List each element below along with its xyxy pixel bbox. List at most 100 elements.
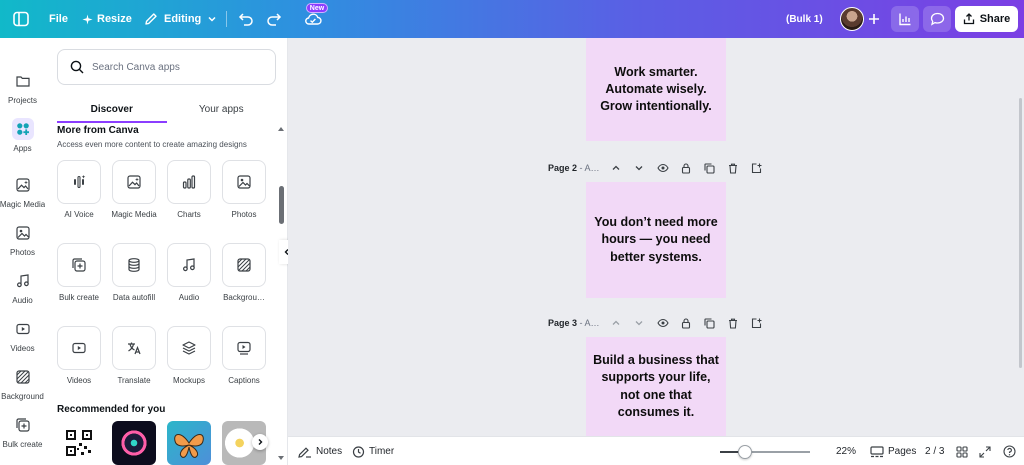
- timer-icon: [352, 446, 365, 458]
- move-page-up-button[interactable]: [604, 315, 627, 331]
- panel-scrollbar[interactable]: [279, 186, 284, 224]
- duplicate-page-button[interactable]: [698, 160, 721, 176]
- recommended-app-qr-code[interactable]: [57, 421, 101, 465]
- rail-item-projects[interactable]: Projects: [0, 66, 45, 114]
- delete-page-button[interactable]: [721, 160, 744, 176]
- rail-item-apps[interactable]: Apps: [0, 114, 45, 162]
- canvas-scrollbar[interactable]: [1019, 98, 1022, 368]
- grid-view-button[interactable]: [956, 437, 968, 465]
- eye-icon: [657, 163, 669, 173]
- rail-item-photos[interactable]: Photos: [0, 218, 45, 266]
- rail-item-background[interactable]: Background: [0, 362, 45, 410]
- app-captions[interactable]: Captions: [222, 326, 266, 386]
- recommended-next-button[interactable]: [252, 434, 268, 450]
- scroll-up-arrow[interactable]: [277, 125, 285, 133]
- app-ai-voice[interactable]: AI Voice: [57, 160, 101, 220]
- app-mockups[interactable]: Mockups: [167, 326, 211, 386]
- ai-voice-icon: [74, 175, 86, 189]
- app-audio[interactable]: Audio: [167, 243, 211, 303]
- avatar[interactable]: [840, 7, 864, 31]
- app-label: Audio: [178, 293, 200, 302]
- delete-page-button[interactable]: [721, 315, 744, 331]
- app-label: Charts: [177, 210, 201, 219]
- hide-page-button[interactable]: [651, 160, 674, 176]
- add-page-button[interactable]: [745, 315, 768, 331]
- apps-panel: Discover Your apps More from Canva Acces…: [45, 38, 288, 465]
- help-button[interactable]: [1003, 437, 1016, 465]
- rail-item-audio[interactable]: Audio: [0, 266, 45, 314]
- music-icon: [12, 270, 34, 292]
- app-label: Data autofill: [112, 293, 156, 302]
- page-3-text[interactable]: Build a business that supports your life…: [592, 352, 720, 421]
- search-input[interactable]: [92, 61, 262, 73]
- app-magic-media[interactable]: Magic Media: [111, 160, 157, 220]
- timer-button[interactable]: Timer: [352, 437, 394, 465]
- app-photos[interactable]: Photos: [222, 160, 266, 220]
- editing-label: Editing: [164, 13, 202, 25]
- page-2-text[interactable]: You don’t need more hours — you need bet…: [592, 214, 720, 266]
- redo-icon: [267, 13, 282, 26]
- rail-item-label: Bulk create: [2, 440, 43, 449]
- add-collaborator-button[interactable]: [862, 7, 886, 31]
- mockups-icon: [182, 341, 196, 355]
- duplicate-page-button[interactable]: [698, 315, 721, 331]
- recommended-app-butterfly[interactable]: [167, 421, 211, 465]
- redo-button[interactable]: [266, 0, 282, 38]
- zoom-slider-handle[interactable]: [738, 445, 752, 459]
- page-2-content[interactable]: You don’t need more hours — you need bet…: [586, 182, 726, 298]
- app-charts[interactable]: Charts: [167, 160, 211, 220]
- folder-icon: [12, 70, 34, 92]
- photo-icon: [237, 175, 251, 189]
- recommended-app-color-wheel[interactable]: [112, 421, 156, 465]
- add-page-icon: [751, 317, 762, 328]
- rail-item-bulk-create[interactable]: Bulk create: [0, 410, 45, 458]
- pages-button[interactable]: Pages: [870, 437, 916, 465]
- tab-your-apps[interactable]: Your apps: [167, 101, 277, 123]
- share-button[interactable]: Share: [955, 6, 1018, 32]
- sidebar-toggle-button[interactable]: [12, 0, 30, 38]
- app-translate[interactable]: Translate: [112, 326, 156, 386]
- fullscreen-button[interactable]: [979, 437, 991, 465]
- chevron-right-icon: [258, 439, 263, 445]
- notes-icon: [298, 446, 311, 458]
- move-page-down-button[interactable]: [628, 160, 651, 176]
- rail-item-label: Magic Media: [0, 200, 46, 209]
- page-3-toolbar: Page 3 - A…: [548, 315, 768, 331]
- app-data-autofill[interactable]: Data autofill: [112, 243, 156, 303]
- notes-button[interactable]: Notes: [298, 437, 342, 465]
- resize-button[interactable]: Resize: [82, 0, 132, 38]
- zoom-level[interactable]: 22%: [836, 437, 856, 465]
- undo-button[interactable]: [238, 0, 254, 38]
- tab-discover[interactable]: Discover: [57, 101, 167, 123]
- editing-mode-button[interactable]: Editing: [144, 0, 217, 38]
- file-menu-button[interactable]: File: [49, 0, 68, 38]
- sparkle-icon: [82, 13, 93, 25]
- page-2-label[interactable]: Page 2 - A…: [548, 163, 604, 173]
- design-name[interactable]: (Bulk 1): [786, 0, 823, 38]
- page-3-content[interactable]: Build a business that supports your life…: [586, 337, 726, 436]
- app-label: Magic Media: [111, 210, 157, 219]
- hide-page-button[interactable]: [651, 315, 674, 331]
- app-bulk-create[interactable]: Bulk create: [57, 243, 101, 303]
- trash-icon: [728, 318, 737, 329]
- app-backgrounds[interactable]: Backgrou…: [222, 243, 266, 303]
- add-page-button[interactable]: [745, 160, 768, 176]
- rail-item-magic-media[interactable]: Magic Media: [0, 170, 45, 218]
- page-1-content[interactable]: Work smarter. Automate wisely. Grow inte…: [586, 38, 726, 141]
- scroll-down-arrow[interactable]: [277, 454, 285, 462]
- move-page-up-button[interactable]: [604, 160, 627, 176]
- undo-icon: [238, 13, 253, 26]
- app-videos[interactable]: Videos: [57, 326, 101, 386]
- insights-button[interactable]: [891, 6, 919, 32]
- page-3-label[interactable]: Page 3 - A…: [548, 318, 604, 328]
- rail-item-label: Photos: [10, 248, 35, 257]
- bulk-create-icon: [72, 258, 86, 272]
- rail-item-videos[interactable]: Videos: [0, 314, 45, 362]
- lock-page-button[interactable]: [675, 315, 698, 331]
- comments-button[interactable]: [923, 6, 951, 32]
- search-box[interactable]: [57, 49, 276, 85]
- move-page-down-button[interactable]: [628, 315, 651, 331]
- grid-icon: [956, 445, 968, 458]
- lock-page-button[interactable]: [675, 160, 698, 176]
- page-1-text[interactable]: Work smarter. Automate wisely. Grow inte…: [592, 64, 720, 116]
